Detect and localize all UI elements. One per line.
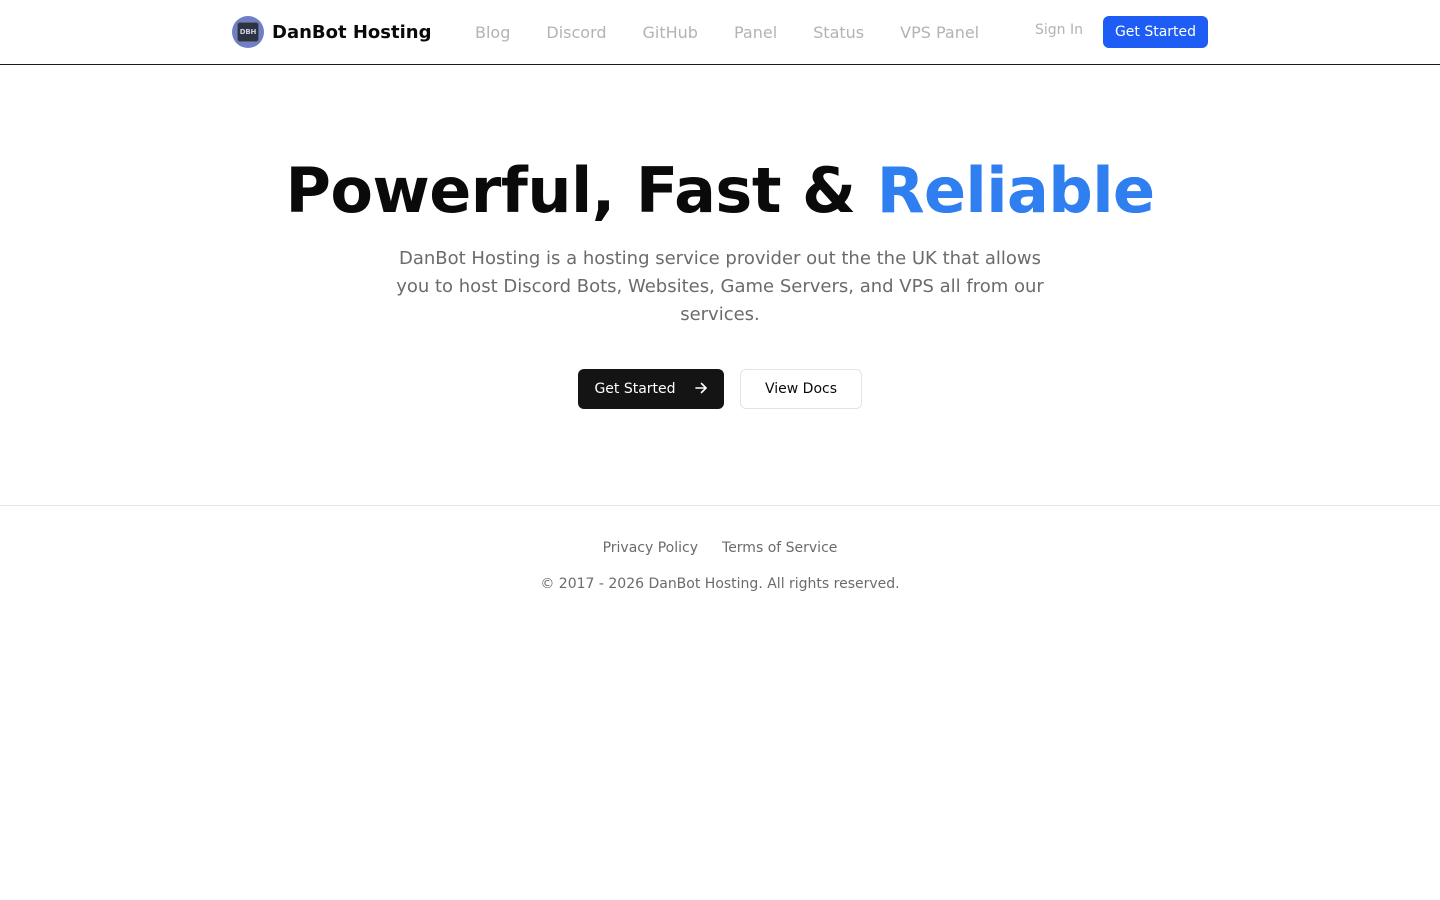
hero-actions: Get Started View Docs bbox=[0, 369, 1440, 409]
footer-links: Privacy Policy Terms of Service bbox=[0, 540, 1440, 556]
logo-badge: DBH bbox=[237, 22, 259, 42]
site-footer: Privacy Policy Terms of Service © 2017 -… bbox=[0, 505, 1440, 625]
hero-title-accent: Reliable bbox=[876, 154, 1155, 227]
hero-title-main: Powerful, Fast & bbox=[285, 154, 877, 227]
arrow-right-icon bbox=[694, 381, 708, 398]
logo-icon: DBH bbox=[232, 16, 264, 48]
hero-section: Powerful, Fast & Reliable DanBot Hosting… bbox=[0, 65, 1440, 505]
nav-item-vps-panel[interactable]: VPS Panel bbox=[882, 23, 997, 42]
privacy-policy-link[interactable]: Privacy Policy bbox=[603, 540, 698, 556]
brand-link[interactable]: DBH DanBot Hosting bbox=[232, 16, 431, 48]
nav-item-panel[interactable]: Panel bbox=[716, 23, 795, 42]
brand-name: DanBot Hosting bbox=[272, 21, 432, 43]
view-docs-button[interactable]: View Docs bbox=[740, 369, 862, 409]
get-started-button[interactable]: Get Started bbox=[578, 369, 724, 409]
site-header: DBH DanBot Hosting Blog Discord GitHub P… bbox=[0, 0, 1440, 65]
get-started-label: Get Started bbox=[594, 381, 676, 397]
hero-title: Powerful, Fast & Reliable bbox=[0, 153, 1440, 229]
nav-item-blog[interactable]: Blog bbox=[457, 23, 528, 42]
main-nav: Blog Discord GitHub Panel Status VPS Pan… bbox=[457, 20, 997, 44]
nav-item-status[interactable]: Status bbox=[795, 23, 882, 42]
nav-item-discord[interactable]: Discord bbox=[528, 23, 624, 42]
hero-description: DanBot Hosting is a hosting service prov… bbox=[396, 248, 1044, 325]
nav-item-github[interactable]: GitHub bbox=[625, 23, 716, 42]
terms-of-service-link[interactable]: Terms of Service bbox=[722, 540, 837, 556]
header-get-started-button[interactable]: Get Started bbox=[1103, 16, 1208, 48]
sign-in-link[interactable]: Sign In bbox=[1035, 22, 1083, 38]
copyright-text: © 2017 - 2026 DanBot Hosting. All rights… bbox=[540, 576, 900, 592]
